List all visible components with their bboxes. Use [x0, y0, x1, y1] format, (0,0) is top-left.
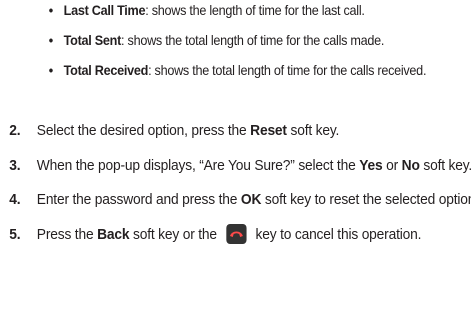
step-list: 2. Select the desired option, press the R…	[0, 118, 471, 256]
step-text: Enter the password and press the	[36, 191, 241, 208]
step-text: soft key or the	[129, 225, 221, 243]
option-term: Total Sent	[63, 33, 122, 48]
key-name: Yes	[359, 156, 383, 174]
step-3: 3. When the pop-up displays, “Are You Sur…	[0, 153, 471, 180]
step-number: 2.	[9, 122, 21, 139]
option-desc: : shows the length of time for the last …	[145, 3, 365, 18]
step-number: 5.	[9, 225, 21, 243]
step-number: 4.	[9, 191, 21, 208]
step-text: soft key to reset the selected option.	[261, 191, 471, 208]
manual-page: Last Call Time: shows the length of time…	[0, 0, 471, 335]
end-key-icon	[226, 223, 247, 244]
step-4: 4. Enter the password and press the OK so…	[0, 187, 471, 214]
list-item: Total Received: shows the total length o…	[46, 62, 471, 80]
step-2: 2. Select the desired option, press the R…	[0, 118, 471, 145]
option-term: Total Received	[63, 63, 149, 78]
step-text: soft key.	[419, 156, 471, 174]
step-text: When the pop-up displays, “Are You Sure?…	[36, 156, 360, 174]
step-text: Press the	[36, 225, 98, 243]
key-name: No	[401, 156, 420, 174]
list-item: Last Call Time: shows the length of time…	[46, 2, 471, 20]
step-text: soft key.	[286, 122, 340, 139]
option-term: Last Call Time	[63, 3, 146, 18]
step-text: or	[382, 156, 402, 174]
step-5: 5. Press the Back soft key or the key to …	[0, 222, 471, 249]
option-list: Last Call Time: shows the length of time…	[46, 2, 466, 92]
key-name: OK	[240, 191, 262, 208]
option-desc: : shows the total length of time for the…	[148, 63, 427, 78]
step-text: key to cancel this operation.	[251, 225, 422, 243]
option-desc: : shows the total length of time for the…	[121, 33, 385, 48]
key-name: Back	[97, 225, 130, 243]
step-number: 3.	[9, 156, 21, 174]
step-text: Select the desired option, press the	[36, 122, 251, 139]
list-item: Total Sent: shows the total length of ti…	[46, 32, 471, 50]
key-name: Reset	[250, 122, 287, 139]
